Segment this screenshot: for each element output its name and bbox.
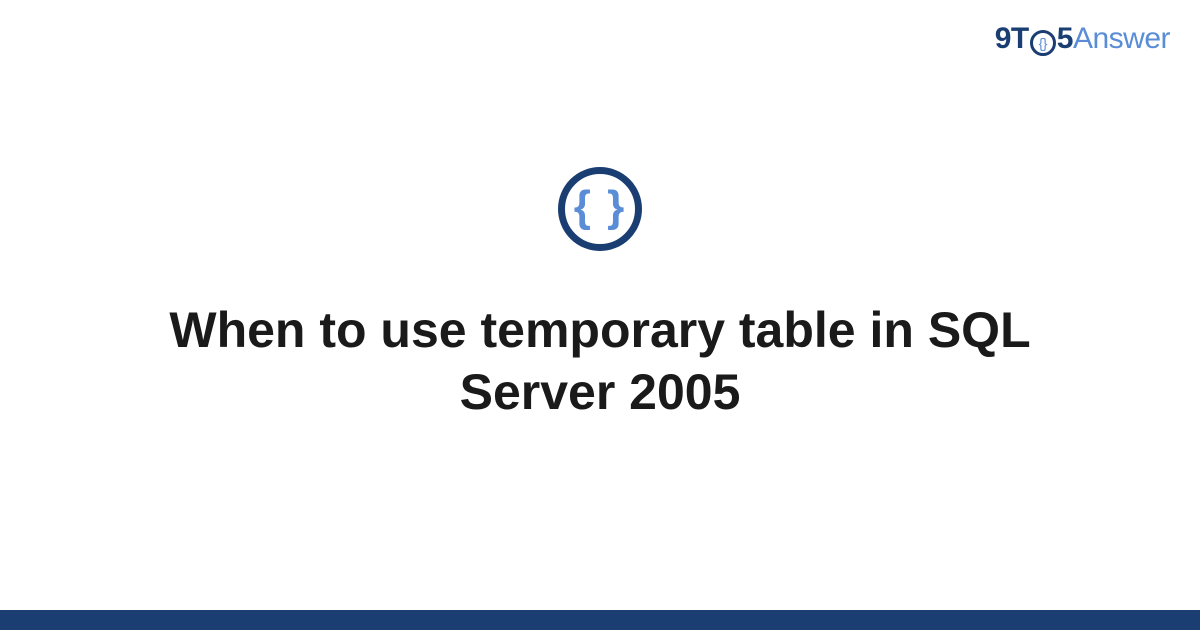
code-braces-icon: { } [574,185,626,229]
footer-accent-bar [0,610,1200,630]
category-icon-circle: { } [558,167,642,251]
main-content: { } When to use temporary table in SQL S… [0,0,1200,630]
page-title: When to use temporary table in SQL Serve… [100,299,1100,424]
